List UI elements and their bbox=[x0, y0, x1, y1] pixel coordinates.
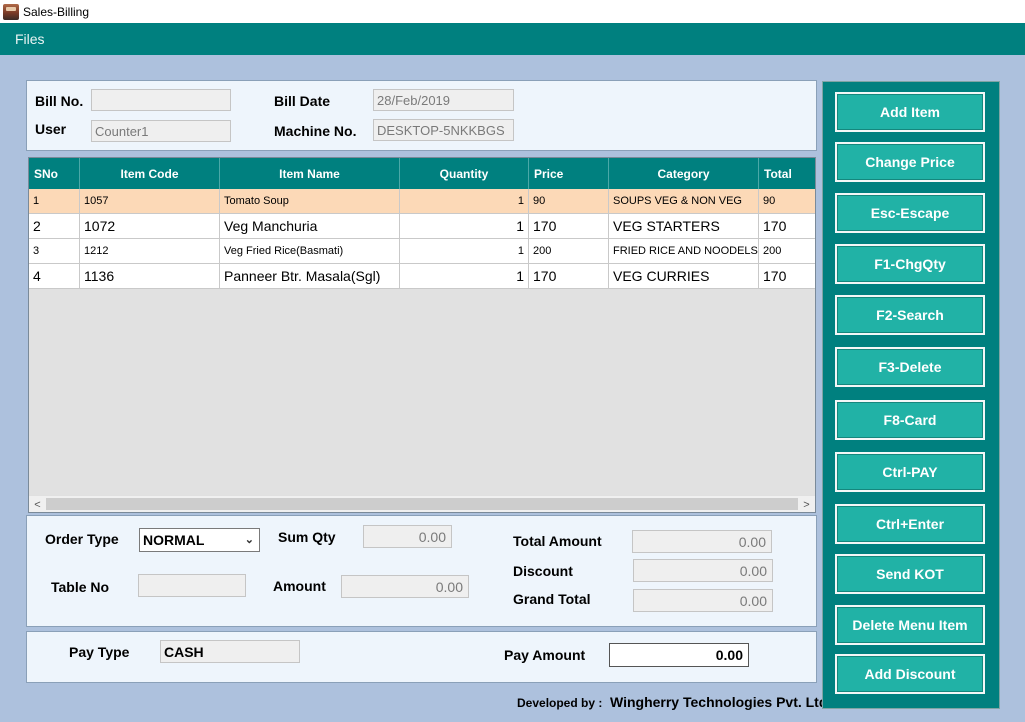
grid-header: SNo Item Code Item Name Quantity Price C… bbox=[29, 158, 815, 189]
change-qty-button[interactable]: F1-ChgQty bbox=[835, 244, 985, 284]
cell-category: FRIED RICE AND NOODELS bbox=[609, 239, 759, 264]
grand-total-field[interactable]: 0.00 bbox=[633, 589, 773, 612]
cell-item-name: Panneer Btr. Masala(Sgl) bbox=[220, 264, 400, 289]
discount-field[interactable]: 0.00 bbox=[633, 559, 773, 582]
table-no-label: Table No bbox=[51, 579, 110, 595]
col-quantity-header[interactable]: Quantity bbox=[400, 158, 529, 189]
cell-price: 170 bbox=[529, 264, 609, 289]
bill-no-field[interactable] bbox=[91, 89, 231, 111]
col-item-name-header[interactable]: Item Name bbox=[220, 158, 400, 189]
cell-item-name: Tomato Soup bbox=[220, 189, 400, 214]
menu-files[interactable]: Files bbox=[15, 31, 45, 47]
machine-no-label: Machine No. bbox=[274, 123, 357, 139]
discount-label: Discount bbox=[513, 563, 573, 579]
app-icon bbox=[3, 3, 19, 20]
cell-sno: 2 bbox=[29, 214, 80, 239]
cell-total: 200 bbox=[759, 239, 815, 264]
order-type-select[interactable]: NORMAL ⌄ bbox=[139, 528, 260, 552]
cell-total: 170 bbox=[759, 264, 815, 289]
scroll-right-icon[interactable]: > bbox=[798, 496, 815, 512]
cell-item-code: 1072 bbox=[80, 214, 220, 239]
cell-item-code: 1057 bbox=[80, 189, 220, 214]
menu-bar: Files bbox=[0, 23, 1025, 55]
ctrl-enter-button[interactable]: Ctrl+Enter bbox=[835, 504, 985, 544]
machine-no-field[interactable]: DESKTOP-5NKKBGS bbox=[373, 119, 514, 141]
table-no-field[interactable] bbox=[138, 574, 246, 597]
card-button[interactable]: F8-Card bbox=[835, 400, 985, 440]
title-bar: Sales-Billing bbox=[0, 0, 1025, 23]
cell-quantity: 1 bbox=[400, 214, 529, 239]
table-row[interactable]: 4 1136 Panneer Btr. Masala(Sgl) 1 170 VE… bbox=[29, 264, 815, 289]
table-row[interactable]: 2 1072 Veg Manchuria 1 170 VEG STARTERS … bbox=[29, 214, 815, 239]
bill-no-label: Bill No. bbox=[35, 93, 84, 109]
bill-date-label: Bill Date bbox=[274, 93, 331, 109]
delete-menu-item-button[interactable]: Delete Menu Item bbox=[835, 605, 985, 645]
search-button[interactable]: F2-Search bbox=[835, 295, 985, 335]
user-field[interactable]: Counter1 bbox=[91, 120, 231, 142]
pay-amount-label: Pay Amount bbox=[504, 647, 586, 663]
cell-category: VEG CURRIES bbox=[609, 264, 759, 289]
table-row[interactable]: 3 1212 Veg Fried Rice(Basmati) 1 200 FRI… bbox=[29, 239, 815, 264]
items-grid[interactable]: SNo Item Code Item Name Quantity Price C… bbox=[28, 157, 816, 513]
add-discount-button[interactable]: Add Discount bbox=[835, 654, 985, 694]
developed-by-label: Developed by : bbox=[517, 696, 603, 710]
delete-button[interactable]: F3-Delete bbox=[835, 347, 985, 387]
scroll-left-icon[interactable]: < bbox=[29, 496, 46, 512]
col-category-header[interactable]: Category bbox=[609, 158, 759, 189]
pay-type-label: Pay Type bbox=[69, 644, 130, 660]
cell-item-code: 1136 bbox=[80, 264, 220, 289]
cell-quantity: 1 bbox=[400, 189, 529, 214]
scroll-thumb[interactable] bbox=[46, 498, 798, 510]
pay-type-field[interactable]: CASH bbox=[160, 640, 300, 663]
cell-sno: 1 bbox=[29, 189, 80, 214]
add-item-button[interactable]: Add Item bbox=[835, 92, 985, 132]
table-row[interactable]: 1 1057 Tomato Soup 1 90 SOUPS VEG & NON … bbox=[29, 189, 815, 214]
amount-label: Amount bbox=[273, 578, 326, 594]
sum-qty-field[interactable]: 0.00 bbox=[363, 525, 452, 548]
cell-quantity: 1 bbox=[400, 239, 529, 264]
pay-amount-input[interactable]: 0.00 bbox=[609, 643, 749, 667]
col-sno-header[interactable]: SNo bbox=[29, 158, 80, 189]
cell-quantity: 1 bbox=[400, 264, 529, 289]
horizontal-scrollbar[interactable]: < > bbox=[29, 495, 815, 512]
cell-category: VEG STARTERS bbox=[609, 214, 759, 239]
cell-item-code: 1212 bbox=[80, 239, 220, 264]
cell-price: 170 bbox=[529, 214, 609, 239]
grand-total-label: Grand Total bbox=[513, 591, 591, 607]
developer-company: Wingherry Technologies Pvt. Ltd. bbox=[609, 694, 832, 710]
cell-sno: 3 bbox=[29, 239, 80, 264]
order-type-value: NORMAL bbox=[143, 532, 205, 548]
chevron-down-icon: ⌄ bbox=[244, 534, 254, 546]
cell-item-name: Veg Manchuria bbox=[220, 214, 400, 239]
pay-button[interactable]: Ctrl-PAY bbox=[835, 452, 985, 492]
cell-item-name: Veg Fried Rice(Basmati) bbox=[220, 239, 400, 264]
user-label: User bbox=[35, 121, 67, 137]
col-item-code-header[interactable]: Item Code bbox=[80, 158, 220, 189]
bill-date-field[interactable]: 28/Feb/2019 bbox=[373, 89, 514, 111]
developer-credit: Developed by : Wingherry Technologies Pv… bbox=[517, 694, 831, 710]
sum-qty-label: Sum Qty bbox=[278, 529, 336, 545]
cell-total: 90 bbox=[759, 189, 815, 214]
escape-button[interactable]: Esc-Escape bbox=[835, 193, 985, 233]
cell-category: SOUPS VEG & NON VEG bbox=[609, 189, 759, 214]
cell-price: 200 bbox=[529, 239, 609, 264]
total-amount-label: Total Amount bbox=[513, 533, 602, 549]
window-title: Sales-Billing bbox=[23, 4, 90, 19]
col-total-header[interactable]: Total bbox=[759, 158, 815, 189]
col-price-header[interactable]: Price bbox=[529, 158, 609, 189]
total-amount-field[interactable]: 0.00 bbox=[632, 530, 772, 553]
send-kot-button[interactable]: Send KOT bbox=[835, 554, 985, 594]
cell-price: 90 bbox=[529, 189, 609, 214]
change-price-button[interactable]: Change Price bbox=[835, 142, 985, 182]
action-sidebar: Add Item Change Price Esc-Escape F1-ChgQ… bbox=[822, 81, 1000, 709]
cell-total: 170 bbox=[759, 214, 815, 239]
amount-field[interactable]: 0.00 bbox=[341, 575, 469, 598]
cell-sno: 4 bbox=[29, 264, 80, 289]
order-type-label: Order Type bbox=[45, 531, 119, 547]
